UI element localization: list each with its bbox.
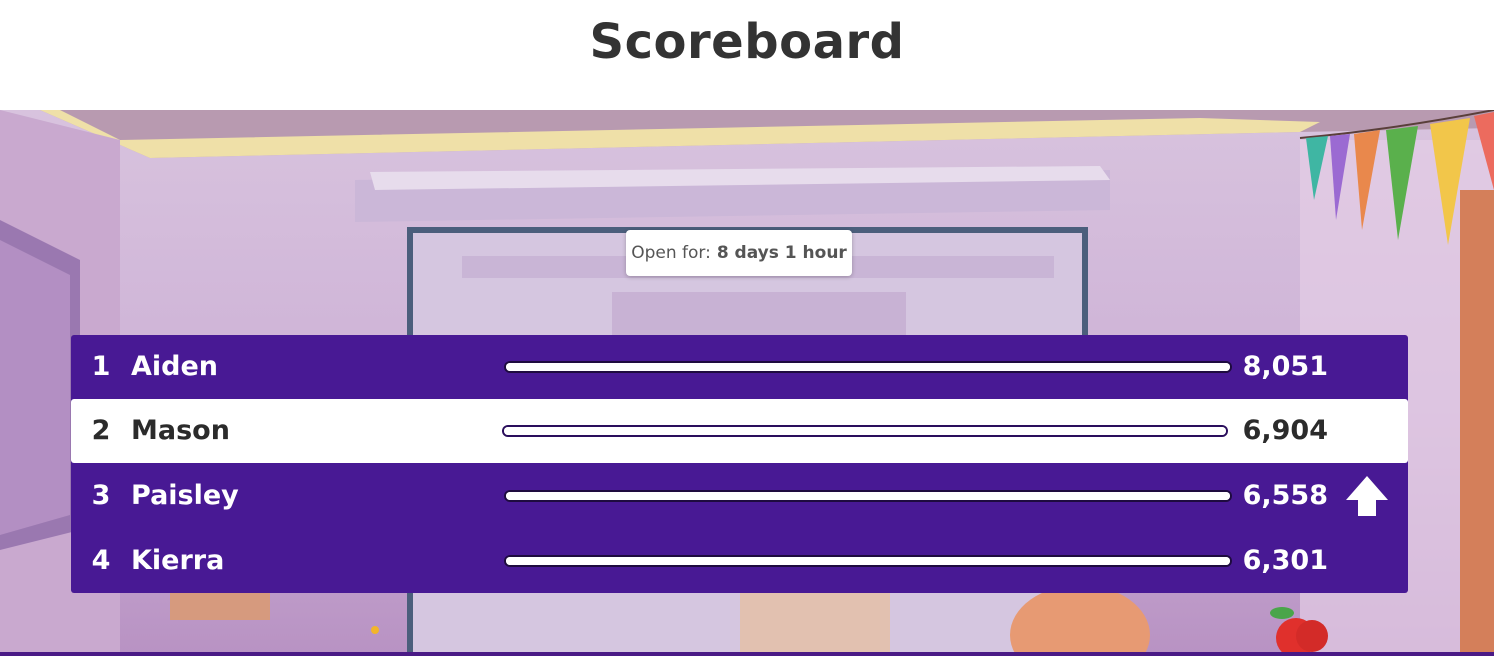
player-name: Kierra	[131, 545, 225, 576]
rank-number: 1	[91, 351, 111, 382]
page-title: Scoreboard	[589, 14, 905, 70]
leaderboard-row: 1 Aiden 8,051	[71, 335, 1408, 399]
score-bar-fill	[506, 363, 1230, 371]
leaderboard-row-current-player: 2 Mason 6,904	[71, 399, 1408, 463]
score-bar-fill	[506, 557, 1230, 565]
score-bar	[506, 363, 1230, 371]
score-bar-fill	[504, 427, 1226, 435]
open-for-value: 8 days 1 hour	[716, 243, 847, 263]
player-name: Aiden	[131, 351, 219, 382]
player-score: 6,301	[1242, 545, 1328, 576]
player-name: Mason	[131, 415, 230, 446]
leaderboard-row: 3 Paisley 6,558	[71, 464, 1408, 528]
player-score: 6,904	[1242, 415, 1328, 446]
rank-number: 4	[91, 545, 111, 576]
up-arrow-icon	[1346, 476, 1388, 516]
score-bar	[506, 492, 1230, 500]
open-for-label: Open for:	[631, 243, 711, 263]
score-bar-fill	[506, 492, 1230, 500]
rank-number: 3	[91, 480, 111, 511]
score-bar	[506, 557, 1230, 565]
footer-strip	[0, 652, 1494, 656]
leaderboard-row: 4 Kierra 6,301	[71, 529, 1408, 593]
player-score: 6,558	[1242, 480, 1328, 511]
rank-number: 2	[91, 415, 111, 446]
player-name: Paisley	[131, 480, 239, 511]
open-duration-badge: Open for: 8 days 1 hour	[626, 230, 852, 276]
leaderboard: 1 Aiden 8,051 2 Mason 6,904 3 Paisley 6,…	[71, 335, 1408, 593]
player-score: 8,051	[1242, 351, 1328, 382]
score-bar	[504, 427, 1226, 435]
